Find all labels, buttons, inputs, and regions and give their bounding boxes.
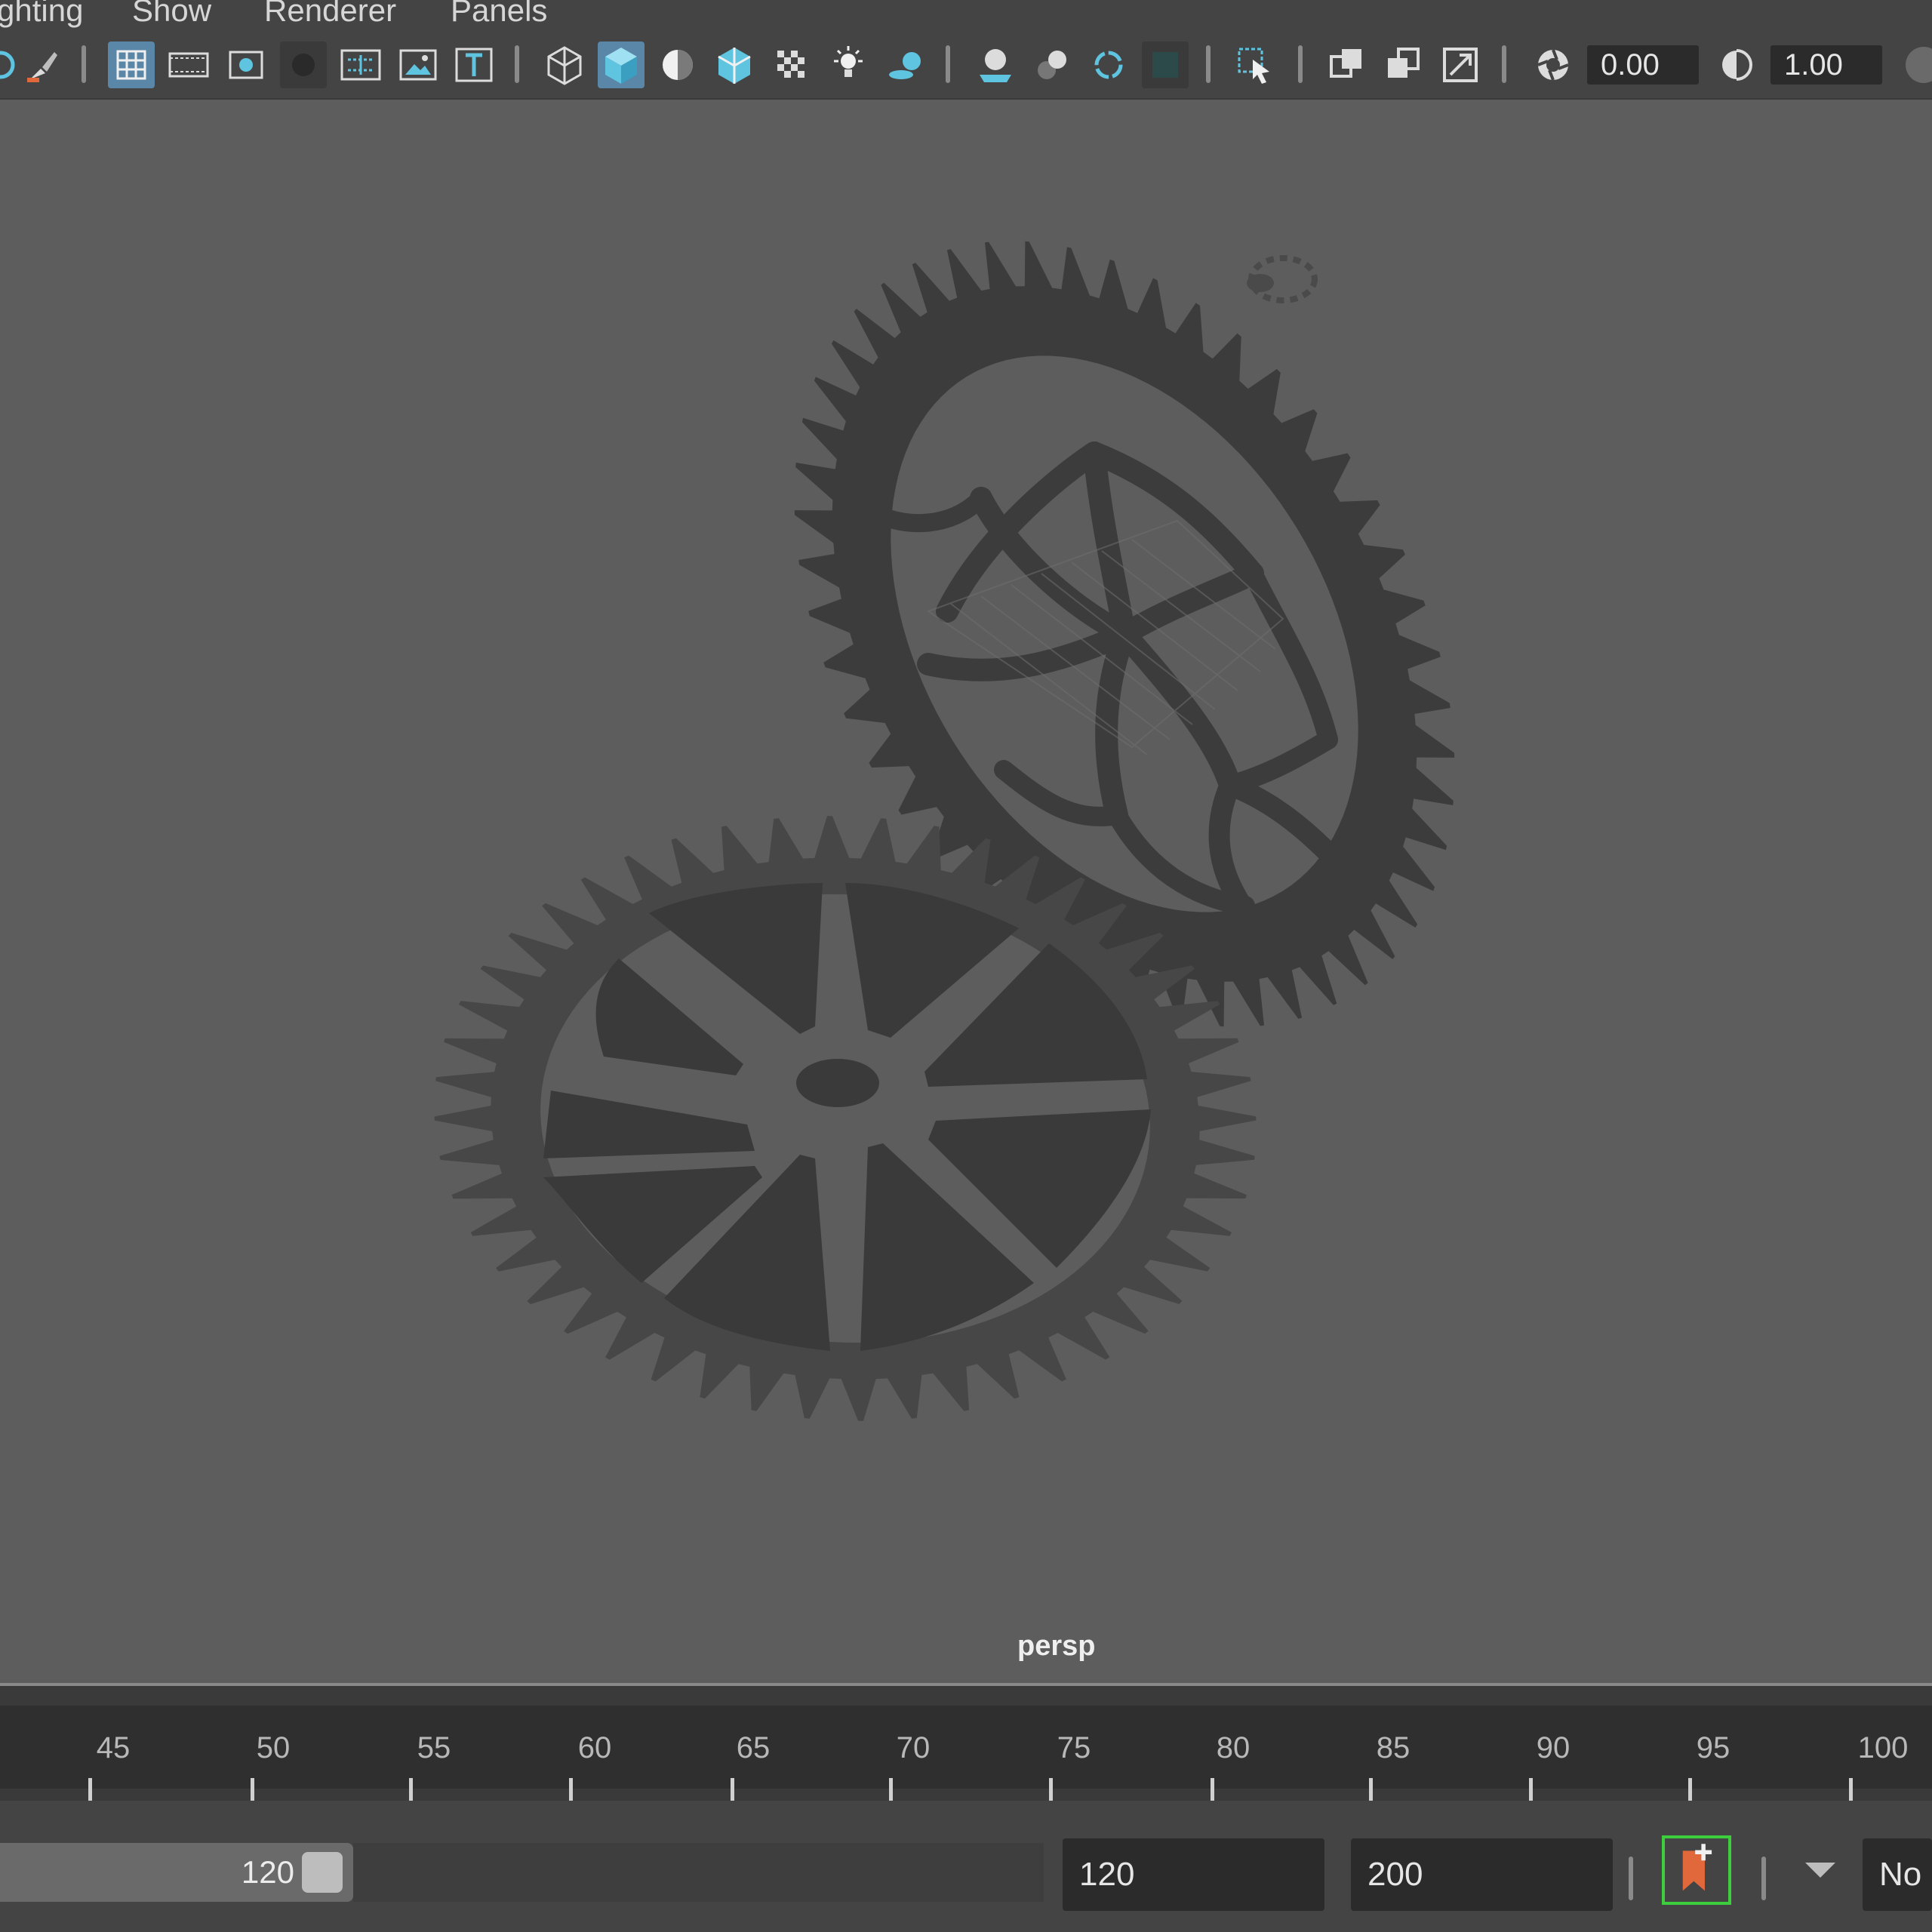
toolbar-separator	[1629, 1857, 1633, 1900]
range-slider-end-label: 120	[241, 1854, 294, 1890]
menu-panels[interactable]: Panels	[451, 0, 547, 26]
wireframe-on-shaded-icon[interactable]	[711, 42, 758, 88]
smooth-shade-icon[interactable]	[598, 42, 645, 88]
animation-end-field[interactable]: 200	[1351, 1838, 1613, 1911]
time-tick-label: 85	[1376, 1731, 1411, 1764]
chevron-down-icon[interactable]	[1805, 1863, 1835, 1878]
safe-action-icon[interactable]	[395, 42, 441, 88]
camera-label: persp	[1017, 1630, 1096, 1662]
time-tick-label: 75	[1057, 1731, 1091, 1764]
bookmark-add-icon[interactable]	[1662, 1835, 1731, 1905]
motion-blur-icon[interactable]	[1029, 42, 1075, 88]
range-slider-bar: 120 120 200 No	[0, 1801, 1932, 1932]
toolbar-separator	[1502, 45, 1506, 83]
screen-space-ambient-occlusion-icon[interactable]	[972, 42, 1019, 88]
time-slider[interactable]: 45 50 55 60 65 70 75 80 85 90 95 100	[0, 1683, 1932, 1810]
menu-lighting[interactable]: ghting	[0, 0, 83, 26]
time-slider-track[interactable]: 45 50 55 60 65 70 75 80 85 90 95 100	[0, 1706, 1932, 1810]
time-tick-label: 60	[577, 1731, 612, 1764]
viewport-transform-icon[interactable]	[1900, 42, 1932, 88]
gear-lower-hub-hole	[796, 1059, 879, 1107]
paint-brush-icon[interactable]	[20, 42, 66, 88]
scene-canvas[interactable]	[0, 100, 1932, 1683]
shadows-icon[interactable]	[881, 42, 928, 88]
isolate-select-icon[interactable]	[1232, 42, 1278, 88]
menu-show[interactable]: Show	[132, 0, 211, 26]
time-tick-label: 80	[1216, 1731, 1251, 1764]
textured-icon[interactable]	[768, 42, 815, 88]
time-tick-label: 70	[896, 1731, 931, 1764]
playback-end-field[interactable]: 120	[1063, 1838, 1324, 1911]
time-tick-label: 45	[96, 1731, 131, 1764]
time-tick-label: 50	[256, 1731, 291, 1764]
toolbar-separator	[82, 45, 86, 83]
toolbar-separator	[1298, 45, 1303, 83]
panel-toolbar: 0.00 1.00	[0, 30, 1932, 100]
grid-icon[interactable]	[108, 42, 155, 88]
stray-object[interactable]	[1247, 255, 1318, 303]
gamma-field[interactable]: 1.00	[1770, 45, 1882, 85]
time-tick-label: 55	[417, 1731, 451, 1764]
safe-title-icon[interactable]	[451, 42, 497, 88]
wireframe-icon[interactable]	[541, 42, 588, 88]
shade-default-material-icon[interactable]	[654, 42, 701, 88]
time-tick-label: 90	[1536, 1731, 1571, 1764]
exposure-icon[interactable]	[1530, 42, 1577, 88]
time-tick-label: 100	[1857, 1731, 1909, 1764]
gate-mask-icon[interactable]	[280, 42, 327, 88]
panel-menu-bar: ghting Show Renderer Panels	[0, 0, 1932, 30]
use-all-lights-icon[interactable]	[825, 42, 872, 88]
range-slider[interactable]: 120	[0, 1843, 353, 1902]
viewport-panel[interactable]	[0, 100, 1932, 1683]
range-slider-handle[interactable]	[302, 1852, 343, 1893]
gamma-icon[interactable]	[1713, 42, 1760, 88]
xray-icon[interactable]	[1324, 42, 1371, 88]
multisample-anti-aliasing-icon[interactable]	[1085, 42, 1132, 88]
menu-renderer[interactable]: Renderer	[264, 0, 396, 26]
toolbar-separator	[1761, 1857, 1766, 1900]
range-slider-track[interactable]	[353, 1843, 1044, 1902]
xray-active-components-icon[interactable]	[1380, 42, 1427, 88]
time-tick-label: 95	[1696, 1731, 1730, 1764]
toolbar-separator	[1206, 45, 1211, 83]
toolbar-separator	[946, 45, 950, 83]
character-set-field[interactable]: No	[1863, 1838, 1932, 1911]
depth-of-field-icon[interactable]	[1142, 42, 1189, 88]
xray-joints-icon[interactable]	[1437, 42, 1484, 88]
time-tick-label: 65	[736, 1731, 771, 1764]
film-gate-icon[interactable]	[165, 42, 212, 88]
resolution-gate-icon[interactable]	[223, 42, 269, 88]
exposure-field[interactable]: 0.00	[1587, 45, 1699, 85]
field-chart-icon[interactable]	[337, 42, 384, 88]
toolbar-separator	[515, 45, 519, 83]
